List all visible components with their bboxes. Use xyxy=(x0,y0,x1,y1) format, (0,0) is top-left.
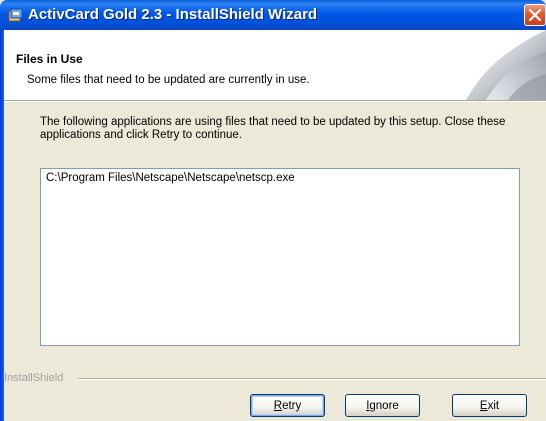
exit-label: xit xyxy=(487,399,500,412)
close-button[interactable] xyxy=(524,4,546,26)
installshield-brand-label: InstallShield xyxy=(4,372,64,384)
files-in-use-list[interactable]: C:\Program Files\Netscape\Netscape\netsc… xyxy=(40,168,520,346)
ignore-label: gnore xyxy=(369,399,399,412)
title-bar[interactable]: ActivCard Gold 2.3 - InstallShield Wizar… xyxy=(0,0,546,30)
list-item[interactable]: C:\Program Files\Netscape\Netscape\netsc… xyxy=(41,169,519,184)
retry-button[interactable]: Retry xyxy=(250,394,325,417)
ignore-button[interactable]: Ignore xyxy=(345,394,420,417)
instructions-text: The following applications are using fil… xyxy=(40,116,506,141)
page-subtitle: Some files that need to be updated are c… xyxy=(27,74,310,86)
retry-label: etry xyxy=(282,399,302,412)
exit-button[interactable]: Exit xyxy=(452,394,527,417)
installshield-wizard-window: ActivCard Gold 2.3 - InstallShield Wizar… xyxy=(0,0,546,421)
retry-accelerator: R xyxy=(273,399,283,412)
header-banner: Files in Use Some files that need to be … xyxy=(4,30,546,100)
page-curl-graphic xyxy=(466,30,546,100)
page-title: Files in Use xyxy=(16,52,83,66)
footer-separator xyxy=(78,378,546,380)
close-icon xyxy=(529,9,541,21)
banner-separator xyxy=(4,100,546,102)
installer-icon[interactable] xyxy=(8,7,24,23)
window-title: ActivCard Gold 2.3 - InstallShield Wizar… xyxy=(28,6,318,23)
exit-accelerator: E xyxy=(479,399,488,412)
